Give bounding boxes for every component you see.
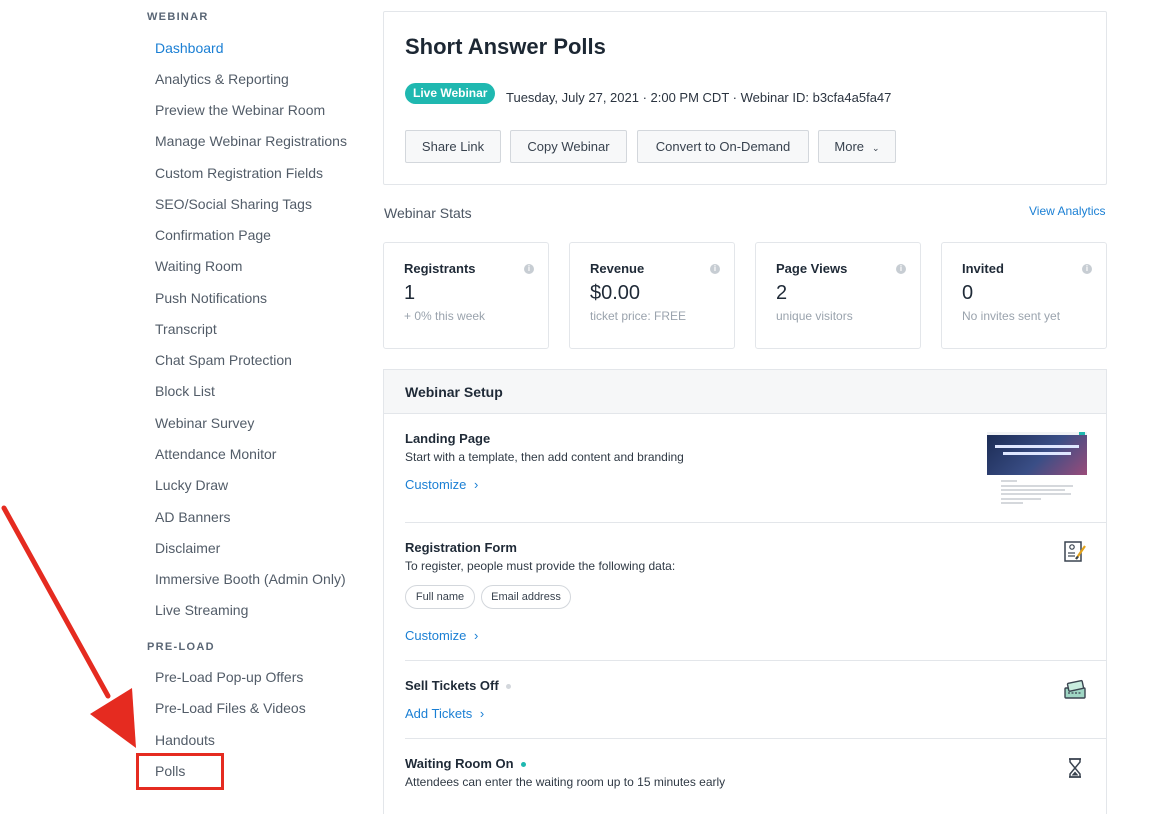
info-icon[interactable]: i — [896, 264, 906, 274]
stat-label: Invited — [962, 261, 1004, 276]
sidebar-item-analytics[interactable]: Analytics & Reporting — [155, 71, 289, 87]
stat-label: Page Views — [776, 261, 848, 276]
view-analytics-link[interactable]: View Analytics — [1029, 204, 1105, 218]
info-icon[interactable]: i — [524, 264, 534, 274]
add-tickets-link[interactable]: Add Tickets › — [405, 706, 484, 721]
sell-tickets-title: Sell Tickets Off — [405, 678, 511, 693]
sidebar-item-immersive-booth[interactable]: Immersive Booth (Admin Only) — [155, 571, 346, 587]
sidebar-item-popup-offers[interactable]: Pre-Load Pop-up Offers — [155, 669, 303, 685]
sidebar-item-waiting-room[interactable]: Waiting Room — [155, 258, 242, 274]
sidebar-item-manage-registrations[interactable]: Manage Webinar Registrations — [155, 133, 347, 149]
more-button[interactable]: More ⌄ — [818, 130, 896, 163]
page-title: Short Answer Polls — [405, 34, 606, 59]
webinar-meta: Tuesday, July 27, 2021 · 2:00 PM CDT · W… — [506, 90, 892, 105]
preload-section-heading: PRE-LOAD — [147, 641, 215, 653]
chevron-right-icon: › — [474, 628, 479, 643]
waiting-room-desc: Attendees can enter the waiting room up … — [405, 775, 726, 789]
landing-page-thumbnail[interactable] — [987, 432, 1087, 506]
sidebar-item-push-notifications[interactable]: Push Notifications — [155, 290, 267, 306]
divider — [405, 660, 1107, 661]
sidebar-item-survey[interactable]: Webinar Survey — [155, 415, 254, 431]
sidebar-item-dashboard[interactable]: Dashboard — [155, 40, 224, 56]
sidebar-item-custom-fields[interactable]: Custom Registration Fields — [155, 165, 323, 181]
waiting-room-label: Waiting Room On — [405, 756, 514, 771]
stat-label: Revenue — [590, 261, 645, 276]
live-webinar-badge: Live Webinar — [405, 83, 496, 104]
landing-page-title: Landing Page — [405, 431, 491, 446]
stat-value: 0 — [962, 282, 974, 304]
webinar-header-card: Short Answer Polls Live Webinar Tuesday,… — [383, 11, 1107, 185]
stat-subtext: ticket price: FREE — [590, 309, 687, 323]
stat-card-registrants: Registrants i 1 + 0% this week — [383, 242, 549, 349]
registration-form-title: Registration Form — [405, 540, 517, 555]
stat-label: Registrants — [404, 261, 476, 276]
form-signature-icon — [1064, 541, 1086, 562]
link-label: Add Tickets — [405, 706, 473, 721]
field-pill-email: Email address — [481, 585, 571, 609]
sidebar-item-block-list[interactable]: Block List — [155, 383, 215, 399]
polls-highlight-box — [136, 753, 224, 790]
status-dot-on — [520, 762, 526, 768]
sidebar-item-disclaimer[interactable]: Disclaimer — [155, 540, 220, 556]
sidebar-item-lucky-draw[interactable]: Lucky Draw — [155, 477, 228, 493]
registration-customize-link[interactable]: Customize › — [405, 628, 478, 643]
divider — [405, 738, 1107, 739]
stat-card-revenue: Revenue i $0.00 ticket price: FREE — [569, 242, 735, 349]
stat-value: 1 — [404, 282, 416, 304]
stat-subtext: unique visitors — [776, 309, 853, 323]
waiting-room-title: Waiting Room On — [405, 756, 526, 771]
share-link-button[interactable]: Share Link — [405, 130, 501, 163]
link-label: Customize — [405, 628, 467, 643]
sidebar-item-files-videos[interactable]: Pre-Load Files & Videos — [155, 700, 306, 716]
webinar-stats-heading: Webinar Stats — [384, 205, 472, 221]
sidebar-item-preview-room[interactable]: Preview the Webinar Room — [155, 102, 325, 118]
copy-webinar-button[interactable]: Copy Webinar — [510, 130, 627, 163]
sidebar-item-transcript[interactable]: Transcript — [155, 321, 217, 337]
stat-card-invited: Invited i 0 No invites sent yet — [941, 242, 1107, 349]
more-label: More — [834, 139, 865, 154]
sidebar-item-ad-banners[interactable]: AD Banners — [155, 509, 230, 525]
info-icon[interactable]: i — [1082, 264, 1092, 274]
link-label: Customize — [405, 477, 467, 492]
sidebar-item-attendance[interactable]: Attendance Monitor — [155, 446, 276, 462]
annotation-arrow — [1, 505, 136, 748]
sidebar: WEBINAR Dashboard Analytics & Reporting … — [0, 0, 370, 814]
sidebar-item-chat-spam[interactable]: Chat Spam Protection — [155, 352, 292, 368]
webinar-section-heading: WEBINAR — [147, 11, 209, 23]
sidebar-item-live-streaming[interactable]: Live Streaming — [155, 602, 248, 618]
hourglass-icon — [1069, 758, 1081, 778]
status-dot-off — [505, 684, 511, 690]
info-icon[interactable]: i — [710, 264, 720, 274]
sell-tickets-label: Sell Tickets Off — [405, 678, 499, 693]
sidebar-item-seo[interactable]: SEO/Social Sharing Tags — [155, 196, 312, 212]
landing-customize-link[interactable]: Customize › — [405, 477, 478, 492]
stat-value: $0.00 — [590, 282, 641, 304]
stat-card-page-views: Page Views i 2 unique visitors — [755, 242, 921, 349]
convert-on-demand-button[interactable]: Convert to On-Demand — [637, 130, 809, 163]
stat-subtext: No invites sent yet — [962, 309, 1061, 323]
stat-value: 2 — [776, 282, 788, 304]
registration-form-desc: To register, people must provide the fol… — [405, 559, 676, 573]
field-pill-full-name: Full name — [405, 585, 475, 609]
tickets-icon — [1064, 679, 1086, 699]
sidebar-item-handouts[interactable]: Handouts — [155, 732, 215, 748]
setup-header: Webinar Setup — [384, 370, 1106, 414]
webinar-setup-panel: Webinar Setup Landing Page Start with a … — [383, 369, 1107, 814]
setup-title: Webinar Setup — [405, 384, 503, 400]
chevron-down-icon: ⌄ — [872, 143, 880, 153]
chevron-right-icon: › — [474, 477, 479, 492]
landing-page-desc: Start with a template, then add content … — [405, 450, 684, 464]
sidebar-item-confirmation[interactable]: Confirmation Page — [155, 227, 271, 243]
chevron-right-icon: › — [479, 706, 485, 721]
divider — [405, 522, 1107, 523]
stat-subtext: + 0% this week — [404, 309, 486, 323]
